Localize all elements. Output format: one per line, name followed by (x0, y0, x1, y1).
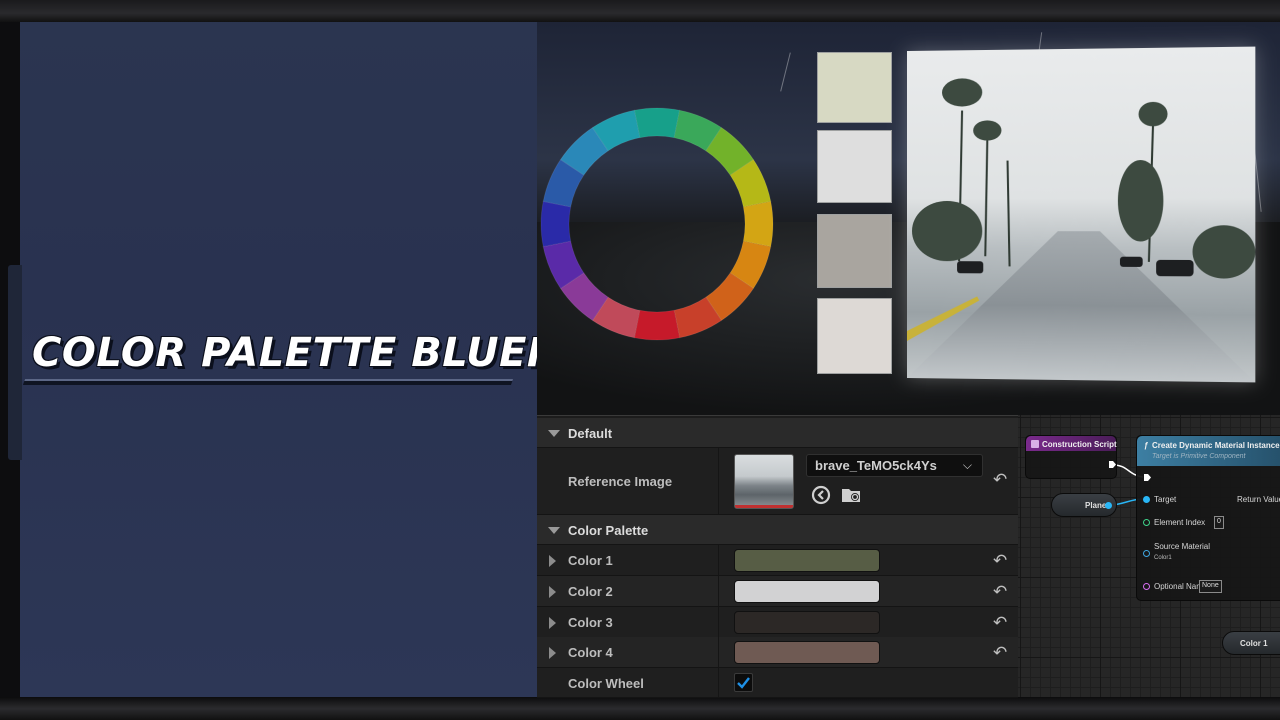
color-wheel-segment (540, 200, 572, 248)
reset-arrow-icon[interactable]: ↶ (993, 643, 1007, 663)
target-pin[interactable] (1143, 496, 1150, 503)
color-value-bar[interactable] (734, 580, 880, 603)
event-icon (1031, 440, 1039, 448)
frame-top-bar (0, 0, 1280, 22)
reset-arrow-icon[interactable]: ↶ (993, 470, 1007, 490)
property-label: Reference Image (568, 474, 673, 489)
main-title: COLOR PALETTE BLUEPRINT (32, 330, 666, 376)
optional-name-pin[interactable] (1143, 583, 1150, 590)
details-panel: Default Reference Image brave_TeMO5ck4Ys… (537, 415, 1018, 698)
plane-output-pin[interactable] (1105, 502, 1112, 509)
palette-swatch-2 (817, 130, 892, 203)
color-wheel-segment (633, 107, 681, 139)
color-value-bar[interactable] (734, 641, 880, 664)
use-selected-asset-icon[interactable] (810, 484, 832, 506)
pin-label: Element Index (1154, 518, 1206, 527)
column-divider (718, 637, 719, 667)
blueprint-graph[interactable]: Construction Script ƒ Create Dynamic Mat… (1018, 415, 1280, 697)
category-label: Color Palette (568, 523, 649, 538)
expand-arrow-icon[interactable] (549, 555, 556, 567)
element-index-pin[interactable] (1143, 519, 1150, 526)
frame-bottom-bar (0, 697, 1280, 720)
color-wheel-checkbox[interactable] (734, 673, 753, 692)
property-label: Color 2 (568, 584, 613, 599)
color-wheel-segment (633, 309, 681, 341)
property-color-wheel: Color Wheel (537, 668, 1018, 698)
optional-name-input[interactable]: None (1199, 580, 1222, 593)
palette-swatch-3 (817, 214, 892, 288)
property-color-2: Color 2 ↶ (537, 576, 1018, 607)
expand-arrow-icon[interactable] (549, 617, 556, 629)
element-index-input[interactable]: 0 (1214, 516, 1224, 529)
exec-in-pin-icon[interactable] (1143, 473, 1152, 482)
property-label: Color 3 (568, 615, 613, 630)
palm-trees-graphic (907, 78, 1256, 342)
column-divider (718, 668, 719, 697)
level-viewport[interactable] (537, 22, 1280, 415)
column-divider (718, 576, 719, 606)
reference-image-thumbnail[interactable] (734, 454, 794, 509)
chevron-down-icon: ⌵ (962, 458, 972, 472)
color-value-bar[interactable] (734, 611, 880, 634)
plane-variable-node[interactable]: Plane (1051, 493, 1117, 517)
collapse-arrow-icon[interactable] (548, 527, 560, 534)
category-color-palette[interactable]: Color Palette (537, 515, 1018, 545)
reset-arrow-icon[interactable]: ↶ (993, 551, 1007, 571)
color-wheel (540, 107, 774, 341)
title-underline (22, 379, 514, 385)
exec-out-pin-icon[interactable] (1108, 460, 1117, 469)
side-notch-decoration (8, 265, 22, 460)
collapse-arrow-icon[interactable] (548, 430, 560, 437)
reset-arrow-icon[interactable]: ↶ (993, 613, 1007, 633)
node-title: Construction Script (1042, 440, 1117, 449)
construction-script-node[interactable]: Construction Script (1025, 435, 1117, 479)
node-title: Create Dynamic Material Instance (1152, 441, 1280, 450)
variable-label: Plane (1085, 501, 1107, 510)
property-color-1: Color 1 ↶ (537, 545, 1018, 576)
browse-to-asset-icon[interactable] (840, 484, 862, 506)
category-default[interactable]: Default (537, 418, 1018, 448)
color-wheel-segment (742, 200, 774, 248)
property-label: Color 4 (568, 645, 613, 660)
property-label: Color 1 (568, 553, 613, 568)
column-divider (718, 448, 719, 514)
reset-arrow-icon[interactable]: ↶ (993, 582, 1007, 602)
property-reference-image: Reference Image brave_TeMO5ck4Ys ⌵ ↶ (537, 448, 1018, 515)
pin-label: Source Material (1154, 542, 1211, 551)
asset-picker-dropdown[interactable]: brave_TeMO5ck4Ys ⌵ (806, 454, 983, 477)
property-color-4: Color 4 ↶ (537, 637, 1018, 668)
reference-image-plane (907, 46, 1256, 383)
asset-name: brave_TeMO5ck4Ys (815, 458, 937, 473)
palette-swatch-4 (817, 298, 892, 374)
color-wheel-segments (540, 107, 774, 341)
checkmark-icon (737, 677, 750, 689)
column-divider (718, 545, 719, 575)
source-material-pin[interactable] (1143, 550, 1150, 557)
pin-label: Target (1154, 495, 1177, 504)
source-material-value[interactable]: Color1 (1154, 555, 1172, 561)
color1-variable-node[interactable]: Color 1 (1222, 631, 1280, 655)
column-divider (718, 607, 719, 637)
color-value-bar[interactable] (734, 549, 880, 572)
property-label: Color Wheel (568, 676, 644, 691)
pin-label: Return Value (1237, 495, 1280, 504)
property-color-3: Color 3 ↶ (537, 607, 1018, 638)
node-subtitle: Target is Primitive Component (1152, 453, 1246, 460)
function-icon: ƒ (1144, 441, 1149, 450)
variable-label: Color 1 (1240, 639, 1268, 648)
expand-arrow-icon[interactable] (549, 586, 556, 598)
expand-arrow-icon[interactable] (549, 647, 556, 659)
palette-swatch-1 (817, 52, 892, 123)
create-dynamic-material-instance-node[interactable]: ƒ Create Dynamic Material Instance Targe… (1136, 435, 1280, 601)
category-label: Default (568, 426, 613, 441)
